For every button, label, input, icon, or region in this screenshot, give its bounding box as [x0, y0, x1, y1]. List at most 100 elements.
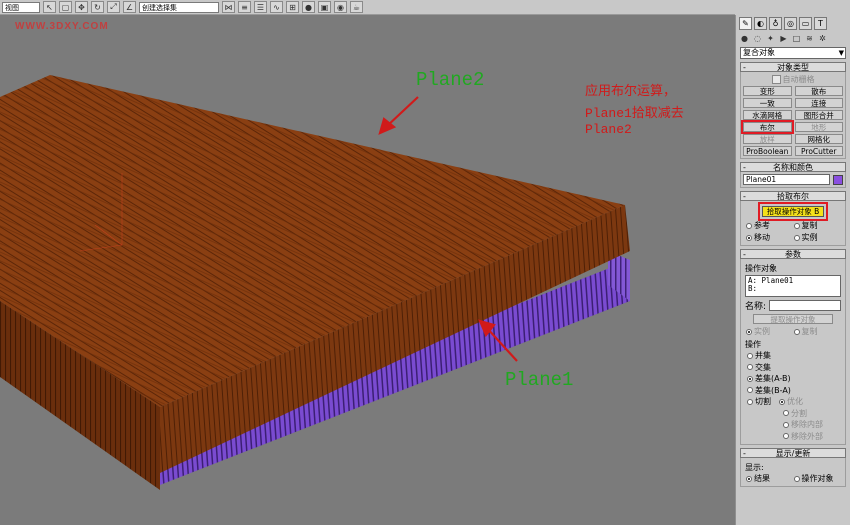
pick-copy-radio[interactable]: 复制 [793, 220, 841, 231]
op-subtract-ab-radio[interactable]: 差集(A-B) [747, 373, 843, 385]
layer-icon[interactable]: ☰ [254, 1, 267, 13]
display-result-radio[interactable]: 结果 [746, 473, 793, 484]
display-label: 显示: [745, 463, 764, 472]
pick-operand-b-button[interactable]: 拾取操作对象 B [758, 202, 828, 221]
arrow-icon[interactable]: ↖ [43, 1, 56, 13]
object-name-field[interactable]: Plane01 [743, 174, 830, 185]
display-tab-icon[interactable]: ▭ [799, 17, 812, 30]
op-subtract-ba-radio[interactable]: 差集(B-A) [747, 385, 843, 397]
op-cut-radio[interactable]: 切割 优化 [747, 396, 843, 408]
connect-button[interactable]: 连接 [794, 98, 843, 108]
operands-list[interactable]: A: Plane01 B: [745, 275, 841, 297]
helpers-icon[interactable]: □ [791, 33, 802, 44]
radio-selected-icon [746, 234, 752, 241]
autogrid-checkbox[interactable]: 自动栅格 [743, 74, 843, 85]
radio-selected-icon [747, 375, 753, 382]
display-update-header[interactable]: - 显示/更新 [740, 448, 846, 458]
render-setup-icon[interactable]: ▣ [318, 1, 331, 13]
extract-copy-radio: 复制 [793, 326, 841, 337]
radio-icon [793, 328, 800, 335]
object-type-header[interactable]: - 对象类型 [740, 62, 846, 72]
radio-label: 实例 [754, 327, 770, 336]
operands-label: 操作对象 [745, 264, 777, 273]
name-color-header[interactable]: - 名称和颜色 [740, 162, 846, 172]
pick-boolean-rollout: - 拾取布尔 拾取操作对象 B 参考 复制 移动 实例 [740, 191, 846, 246]
pick-reference-radio[interactable]: 参考 [746, 220, 793, 231]
mesher-button[interactable]: 网格化 [794, 134, 843, 144]
pick-move-radio[interactable]: 移动 [746, 232, 793, 243]
op-union-radio[interactable]: 并集 [747, 350, 843, 362]
spacewarps-icon[interactable]: ≋ [804, 33, 815, 44]
view-combo[interactable]: 视图 [2, 1, 40, 13]
op-intersection-radio[interactable]: 交集 [747, 362, 843, 374]
render-icon[interactable]: ◉ [334, 1, 347, 13]
loft-button: 放样 [743, 134, 792, 144]
radio-icon [783, 410, 789, 417]
blobmesh-button[interactable]: 水滴网格 [743, 110, 792, 120]
morph-button[interactable]: 变形 [743, 86, 792, 96]
cut-refine-radio: 优化 [779, 396, 803, 408]
object-type-rollout: - 对象类型 自动栅格 变形 散布 一致 连接 水滴网格 图形合并 布尔 地形 … [740, 62, 846, 159]
select-icon[interactable]: ▢ [59, 1, 72, 13]
cut-remove-inside-radio: 移除内部 [761, 419, 843, 431]
curve-icon[interactable]: ∿ [270, 1, 283, 13]
mirror-icon[interactable]: ⋈ [222, 1, 235, 13]
align-icon[interactable]: ≡ [238, 1, 251, 13]
snap-icon[interactable]: ∠ [123, 1, 136, 13]
radio-selected-icon [746, 475, 752, 482]
rotate-icon[interactable]: ↻ [91, 1, 104, 13]
extract-instance-radio: 实例 [746, 326, 793, 337]
scale-icon[interactable]: ⤢ [107, 1, 120, 13]
cut-remove-outside-radio: 移除外部 [761, 431, 843, 443]
parameters-title: 参数 [785, 250, 801, 259]
display-operands-radio[interactable]: 操作对象 [793, 473, 841, 484]
cameras-icon[interactable]: ▶ [778, 33, 789, 44]
move-icon[interactable]: ✥ [75, 1, 88, 13]
collapse-icon: - [743, 163, 746, 172]
operand-name-label: 名称: [745, 302, 767, 312]
radio-icon [747, 364, 753, 371]
geometry-icon[interactable]: ● [739, 33, 750, 44]
object-color-swatch[interactable] [833, 174, 843, 185]
pick-boolean-header[interactable]: - 拾取布尔 [740, 191, 846, 201]
procutter-button[interactable]: ProCutter [794, 146, 843, 156]
teapot-icon[interactable]: ☕ [350, 1, 363, 13]
modify-tab-icon[interactable]: ◐ [754, 17, 767, 30]
plane2-label: Plane2 [416, 69, 485, 91]
radio-label: 差集(A-B) [755, 374, 791, 384]
shapemerge-button[interactable]: 图形合并 [794, 110, 843, 120]
lights-icon[interactable]: ✦ [765, 33, 776, 44]
parameters-header[interactable]: - 参数 [740, 249, 846, 259]
autogrid-label: 自动栅格 [782, 75, 815, 84]
operand-a-item[interactable]: A: Plane01 [748, 277, 838, 285]
scatter-button[interactable]: 散布 [794, 86, 843, 96]
hierarchy-tab-icon[interactable]: ♁ [769, 17, 782, 30]
conform-button[interactable]: 一致 [743, 98, 792, 108]
radio-label: 参考 [754, 221, 770, 230]
object-type-buttons: 变形 散布 一致 连接 水滴网格 图形合并 布尔 地形 放样 网格化 ProBo… [741, 86, 843, 156]
motion-tab-icon[interactable]: ◎ [784, 17, 797, 30]
operand-name-field[interactable] [769, 300, 841, 311]
material-icon[interactable]: ● [302, 1, 315, 13]
proboolean-button[interactable]: ProBoolean [743, 146, 792, 156]
pick-instance-radio[interactable]: 实例 [793, 232, 841, 243]
perspective-viewport[interactable]: WWW.3DXY.COM Plane2 Plane1 应用布尔运算， Plane… [0, 15, 735, 525]
pick-boolean-title: 拾取布尔 [777, 192, 809, 201]
create-subtabs: ● ◌ ✦ ▶ □ ≋ ✲ [736, 32, 850, 45]
radio-icon [793, 475, 800, 482]
collapse-icon: - [743, 192, 746, 201]
radio-label: 切割 [755, 397, 771, 407]
shapes-icon[interactable]: ◌ [752, 33, 763, 44]
systems-icon[interactable]: ✲ [817, 33, 828, 44]
radio-label: 操作对象 [801, 474, 834, 483]
schematic-icon[interactable]: ⊞ [286, 1, 299, 13]
selection-set-combo[interactable]: 创建选择集 [139, 1, 219, 13]
operand-b-item[interactable]: B: [748, 285, 838, 293]
category-dropdown[interactable]: 复合对象 ▼ [740, 47, 846, 59]
utilities-tab-icon[interactable]: T [814, 17, 827, 30]
boolean-button[interactable]: 布尔 [741, 120, 794, 134]
create-tab-icon[interactable]: ✎ [739, 17, 752, 30]
collapse-icon: - [743, 63, 746, 72]
annotation-line-1: 应用布尔运算， [585, 84, 677, 99]
cut-split-radio: 分割 [761, 408, 843, 420]
